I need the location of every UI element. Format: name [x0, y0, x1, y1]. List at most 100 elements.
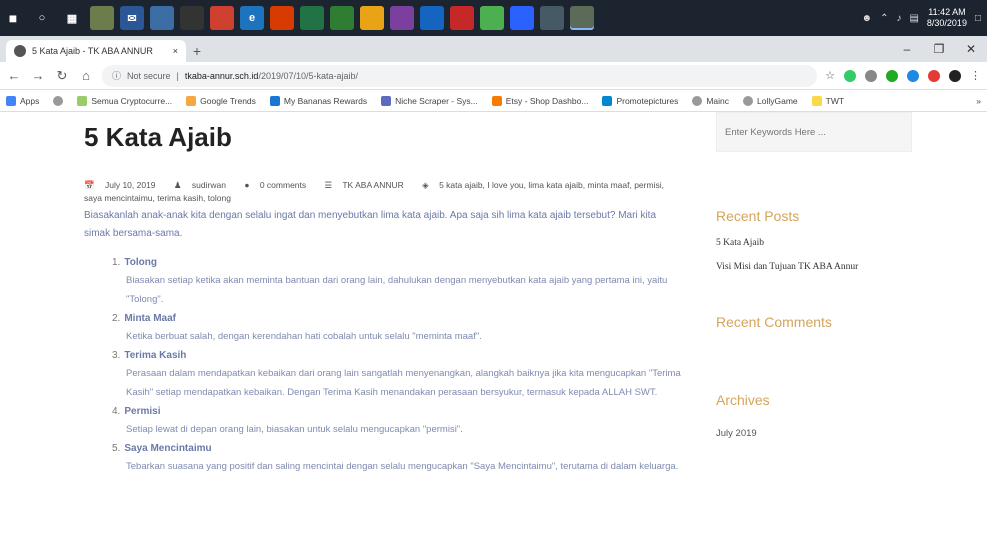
bookmark-item[interactable]: TWT	[811, 95, 844, 106]
windows-taskbar: ■ ○ ▦ ✉ e ☻ ⌃ ♪ ▤ 11:42 AM 8/30/2019 □	[0, 0, 987, 36]
url-path: /2019/07/10/5-kata-ajaib/	[258, 70, 359, 81]
windows-start-icon[interactable]: ■	[0, 0, 26, 36]
archives-heading: Archives	[716, 392, 770, 408]
list-item: 2. Minta Maaf Ketika berbuat salah, denga…	[112, 311, 684, 346]
recent-post-link[interactable]: 5 Kata Ajaib	[716, 238, 916, 248]
globe-icon	[53, 95, 64, 106]
list-item: 4. Permisi Setiap lewat di depan orang la…	[112, 404, 684, 439]
info-icon[interactable]: ⓘ	[112, 69, 121, 82]
bookmarks-more[interactable]: »	[976, 96, 981, 106]
point-heading: 4. Permisi	[112, 406, 161, 417]
extension-icon[interactable]	[886, 69, 898, 82]
browser-toolbar: ← → ↻ ⌂ ⓘ Not secure | tkaba-annur.sch.i…	[0, 62, 987, 90]
post-author[interactable]: ♟ sudirwan	[174, 180, 234, 190]
bookmark-item[interactable]: Etsy - Shop Dashbo...	[491, 95, 588, 106]
bookmark-item[interactable]: Mainc	[692, 95, 729, 106]
security-label: Not secure	[127, 70, 171, 81]
bookmark-item[interactable]: Niche Scraper - Sys...	[381, 95, 478, 106]
close-icon[interactable]: ✕	[955, 36, 987, 62]
app-icon[interactable]	[360, 6, 384, 30]
address-bar[interactable]: ⓘ Not secure | tkaba-annur.sch.id/2019/0…	[102, 64, 818, 87]
etsy-icon	[491, 95, 502, 106]
bookmark-icon	[602, 95, 613, 106]
volume-icon[interactable]: ♪	[896, 13, 901, 24]
bookmark-item[interactable]: Semua Cryptocurre...	[77, 95, 172, 106]
archive-link[interactable]: July 2019	[716, 428, 916, 439]
star-icon[interactable]: ☆	[825, 69, 835, 82]
list-item: 5. Saya Mencintaimu Tebarkan suasana yang…	[112, 441, 684, 476]
bookmark-icon	[269, 95, 280, 106]
mail-icon[interactable]: ✉	[120, 6, 144, 30]
reload-icon[interactable]: ↻	[54, 68, 70, 84]
excel-icon[interactable]	[300, 6, 324, 30]
post-comments[interactable]: ● 0 comments	[244, 180, 314, 190]
clock-time: 11:42 AM	[928, 7, 966, 17]
recent-post-link[interactable]: Visi Misi dan Tujuan TK ABA Annur	[716, 262, 916, 272]
point-body: Setiap lewat di depan orang lain, biasak…	[126, 424, 463, 435]
post-intro: Biasakanlah anak-anak kita dengan selalu…	[84, 210, 657, 239]
app-icon[interactable]	[540, 6, 564, 30]
chevron-up-icon[interactable]: ⌃	[880, 13, 888, 24]
search-input[interactable]	[716, 112, 912, 152]
folder-icon	[811, 95, 822, 106]
extension-icon[interactable]	[844, 69, 856, 82]
app-icon[interactable]	[450, 6, 474, 30]
post-category[interactable]: ☰ TK ABA ANNUR	[325, 180, 412, 190]
app-icon[interactable]	[150, 6, 174, 30]
tab-close-icon[interactable]: ×	[173, 46, 178, 56]
app-icon[interactable]	[270, 6, 294, 30]
forward-icon[interactable]: →	[30, 68, 46, 83]
app-icon[interactable]	[330, 6, 354, 30]
calendar-icon: 📅	[84, 180, 95, 190]
maximize-icon[interactable]: ❐	[923, 36, 955, 62]
bookmark-item[interactable]: LollyGame	[743, 95, 798, 106]
task-view-icon[interactable]: ▦	[60, 6, 84, 30]
bookmark-item[interactable]	[53, 95, 64, 106]
people-icon[interactable]: ☻	[862, 13, 873, 24]
menu-icon[interactable]: ⋮	[970, 69, 981, 82]
bookmark-item[interactable]: Promotepictures	[602, 95, 678, 106]
kata-ajaib-list: 1. Tolong Biasakan setiap ketika akan mem…	[84, 255, 684, 476]
back-icon[interactable]: ←	[6, 68, 22, 83]
chrome-icon[interactable]	[570, 6, 594, 30]
app-icon[interactable]	[390, 6, 414, 30]
app-icon[interactable]	[420, 6, 444, 30]
point-body: Biasakan setiap ketika akan meminta bant…	[126, 275, 668, 305]
point-body: Tebarkan suasana yang positif dan saling…	[126, 461, 679, 472]
extensions: ☆ ⋮	[825, 69, 981, 82]
app-icon[interactable]	[480, 6, 504, 30]
minimize-icon[interactable]: –	[891, 36, 923, 62]
tab-title: 5 Kata Ajaib - TK ABA ANNUR	[32, 46, 153, 56]
point-heading: 1. Tolong	[112, 257, 157, 268]
new-tab-button[interactable]: +	[186, 40, 208, 62]
tab-strip: 5 Kata Ajaib - TK ABA ANNUR × + – ❐ ✕	[0, 36, 987, 62]
post-content: 5 Kata Ajaib 📅 July 10, 2019 ♟ sudirwan …	[84, 112, 684, 478]
notifications-icon[interactable]: □	[975, 13, 981, 24]
network-icon[interactable]: ▤	[909, 13, 918, 24]
bookmark-apps[interactable]: Apps	[6, 95, 39, 106]
list-item: 3. Terima Kasih Perasaan dalam mendapatka…	[112, 348, 684, 402]
store-icon[interactable]	[180, 6, 204, 30]
list-item: 1. Tolong Biasakan setiap ketika akan mem…	[112, 255, 684, 309]
browser-tab[interactable]: 5 Kata Ajaib - TK ABA ANNUR ×	[6, 40, 186, 62]
app-icon[interactable]	[210, 6, 234, 30]
profile-avatar[interactable]	[949, 69, 961, 82]
bookmark-item[interactable]: My Bananas Rewards	[269, 95, 367, 106]
extension-icon[interactable]	[907, 69, 919, 82]
point-body: Perasaan dalam mendapatkan kebaikan dari…	[126, 368, 681, 398]
search-icon[interactable]: ○	[30, 6, 54, 30]
app-icon[interactable]	[510, 6, 534, 30]
extension-icon[interactable]	[865, 69, 877, 82]
edge-icon[interactable]: e	[240, 6, 264, 30]
home-icon[interactable]: ⌂	[78, 68, 94, 83]
bookmark-icon	[77, 95, 88, 106]
clock[interactable]: 11:42 AM 8/30/2019	[927, 7, 967, 29]
extension-icon[interactable]	[928, 69, 940, 82]
point-heading: 3. Terima Kasih	[112, 350, 187, 361]
point-heading: 5. Saya Mencintaimu	[112, 443, 212, 454]
bookmark-item[interactable]: Google Trends	[186, 95, 256, 106]
comment-icon: ●	[244, 180, 250, 190]
app-icon[interactable]	[90, 6, 114, 30]
post-date[interactable]: 📅 July 10, 2019	[84, 180, 164, 190]
sidebar: Recent Posts 5 Kata Ajaib Visi Misi dan …	[716, 112, 916, 439]
